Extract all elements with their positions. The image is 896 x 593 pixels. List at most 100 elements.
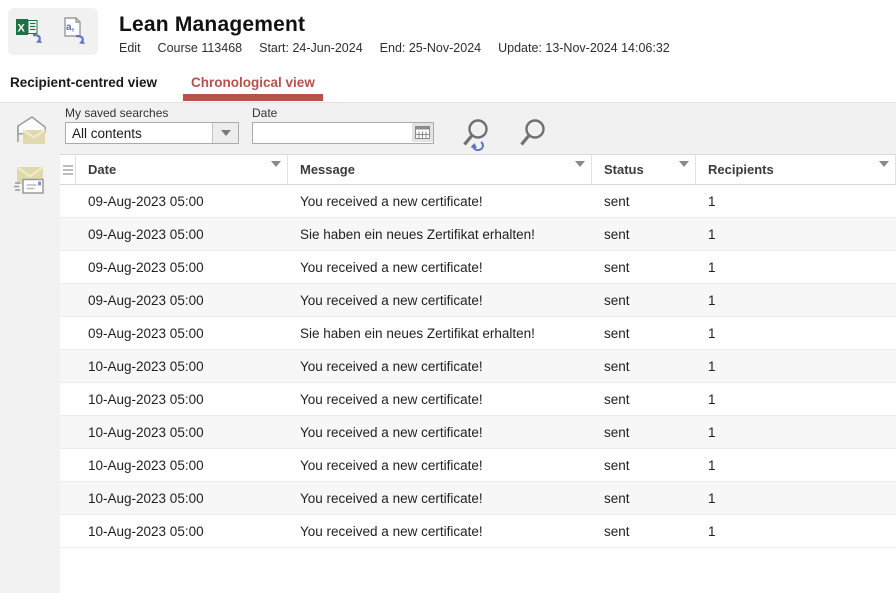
course-end: End: 25-Nov-2024	[380, 41, 481, 55]
row-recipients: 1	[696, 293, 896, 308]
row-date: 10-Aug-2023 05:00	[76, 425, 288, 440]
row-status: sent	[592, 359, 696, 374]
row-date: 09-Aug-2023 05:00	[76, 194, 288, 209]
row-recipients: 1	[696, 524, 896, 539]
table-row[interactable]: 09-Aug-2023 05:00 Sie haben ein neues Ze…	[60, 218, 896, 251]
column-label-date: Date	[88, 162, 116, 177]
date-field: Date	[252, 106, 434, 144]
row-status: sent	[592, 194, 696, 209]
row-status: sent	[592, 524, 696, 539]
tab-recipient-centred-view[interactable]: Recipient-centred view	[0, 62, 167, 102]
search-reset-icon	[460, 139, 492, 154]
text-export-icon: a,	[60, 16, 90, 47]
sidebar-item-sent-messages[interactable]	[8, 161, 52, 203]
tab-chronological-view[interactable]: Chronological view	[181, 62, 325, 102]
row-date: 10-Aug-2023 05:00	[76, 392, 288, 407]
table-row[interactable]: 10-Aug-2023 05:00 You received a new cer…	[60, 350, 896, 383]
filter-arrow-icon[interactable]	[271, 167, 281, 182]
table-row[interactable]: 10-Aug-2023 05:00 You received a new cer…	[60, 383, 896, 416]
saved-searches-select[interactable]: All contents	[65, 122, 239, 144]
row-date: 10-Aug-2023 05:00	[76, 359, 288, 374]
row-date: 10-Aug-2023 05:00	[76, 458, 288, 473]
row-status: sent	[592, 425, 696, 440]
row-recipients: 1	[696, 227, 896, 242]
table-body: 09-Aug-2023 05:00 You received a new cer…	[60, 185, 896, 548]
column-label-recipients: Recipients	[708, 162, 774, 177]
table-row[interactable]: 09-Aug-2023 05:00 You received a new cer…	[60, 284, 896, 317]
row-date: 10-Aug-2023 05:00	[76, 524, 288, 539]
column-header-message[interactable]: Message	[288, 155, 592, 184]
table-row[interactable]: 09-Aug-2023 05:00 Sie haben ein neues Ze…	[60, 317, 896, 350]
row-recipients: 1	[696, 458, 896, 473]
view-tabs: Recipient-centred view Chronological vie…	[0, 62, 896, 103]
course-update: Update: 13-Nov-2024 14:06:32	[498, 41, 670, 55]
chevron-down-icon[interactable]	[212, 123, 238, 143]
filter-arrow-icon[interactable]	[679, 167, 689, 182]
date-input[interactable]	[252, 122, 434, 144]
envelope-letter-icon	[10, 162, 50, 203]
row-status: sent	[592, 326, 696, 341]
column-label-message: Message	[300, 162, 355, 177]
row-recipients: 1	[696, 326, 896, 341]
excel-export-icon: X	[15, 16, 47, 47]
row-message: Sie haben ein neues Zertifikat erhalten!	[288, 227, 592, 242]
row-message: You received a new certificate!	[288, 260, 592, 275]
search-icon	[518, 139, 548, 154]
saved-searches-value: All contents	[66, 123, 212, 143]
row-date: 09-Aug-2023 05:00	[76, 293, 288, 308]
row-date: 09-Aug-2023 05:00	[76, 227, 288, 242]
row-message: You received a new certificate!	[288, 392, 592, 407]
saved-searches-label: My saved searches	[65, 106, 239, 120]
row-message: You received a new certificate!	[288, 293, 592, 308]
row-date: 09-Aug-2023 05:00	[76, 260, 288, 275]
row-status: sent	[592, 227, 696, 242]
column-header-recipients[interactable]: Recipients	[696, 155, 896, 184]
row-recipients: 1	[696, 425, 896, 440]
sidebar-item-new-message[interactable]	[8, 112, 52, 154]
row-recipients: 1	[696, 194, 896, 209]
row-status: sent	[592, 260, 696, 275]
row-message: You received a new certificate!	[288, 524, 592, 539]
search-button[interactable]	[518, 117, 548, 154]
table-row[interactable]: 09-Aug-2023 05:00 You received a new cer…	[60, 185, 896, 218]
export-text-button[interactable]: a,	[57, 15, 93, 49]
filter-arrow-icon[interactable]	[575, 167, 585, 182]
column-header-status[interactable]: Status	[592, 155, 696, 184]
calendar-icon[interactable]	[412, 123, 433, 142]
edit-link[interactable]: Edit	[119, 41, 141, 55]
saved-searches-field: My saved searches All contents	[65, 106, 239, 144]
svg-text:X: X	[18, 23, 26, 35]
row-status: sent	[592, 293, 696, 308]
row-status: sent	[592, 458, 696, 473]
svg-text:a,: a,	[66, 22, 75, 33]
row-recipients: 1	[696, 260, 896, 275]
search-reset-button[interactable]	[460, 117, 492, 154]
export-excel-button[interactable]: X	[13, 15, 49, 49]
date-label: Date	[252, 106, 434, 120]
row-message: You received a new certificate!	[288, 491, 592, 506]
page-title: Lean Management	[119, 13, 670, 37]
page-header: X a, Lean Management	[0, 0, 896, 62]
table-row[interactable]: 10-Aug-2023 05:00 You received a new cer…	[60, 416, 896, 449]
filter-arrow-icon[interactable]	[879, 167, 889, 182]
table-row[interactable]: 10-Aug-2023 05:00 You received a new cer…	[60, 515, 896, 548]
row-recipients: 1	[696, 392, 896, 407]
sidebar	[0, 103, 60, 593]
course-id: Course 113468	[158, 41, 243, 55]
column-label-status: Status	[604, 162, 644, 177]
table-header: Date Message Status Recipients	[60, 155, 896, 185]
table-row[interactable]: 10-Aug-2023 05:00 You received a new cer…	[60, 482, 896, 515]
row-recipients: 1	[696, 359, 896, 374]
open-envelope-icon	[10, 113, 50, 154]
row-recipients: 1	[696, 491, 896, 506]
table-row[interactable]: 10-Aug-2023 05:00 You received a new cer…	[60, 449, 896, 482]
filter-bar: My saved searches All contents Date	[60, 103, 896, 155]
table-menu-button[interactable]	[60, 155, 76, 184]
export-toolbar: X a,	[8, 8, 98, 55]
column-header-date[interactable]: Date	[76, 155, 288, 184]
row-message: Sie haben ein neues Zertifikat erhalten!	[288, 326, 592, 341]
menu-icon	[63, 163, 73, 177]
row-message: You received a new certificate!	[288, 194, 592, 209]
row-message: You received a new certificate!	[288, 425, 592, 440]
table-row[interactable]: 09-Aug-2023 05:00 You received a new cer…	[60, 251, 896, 284]
